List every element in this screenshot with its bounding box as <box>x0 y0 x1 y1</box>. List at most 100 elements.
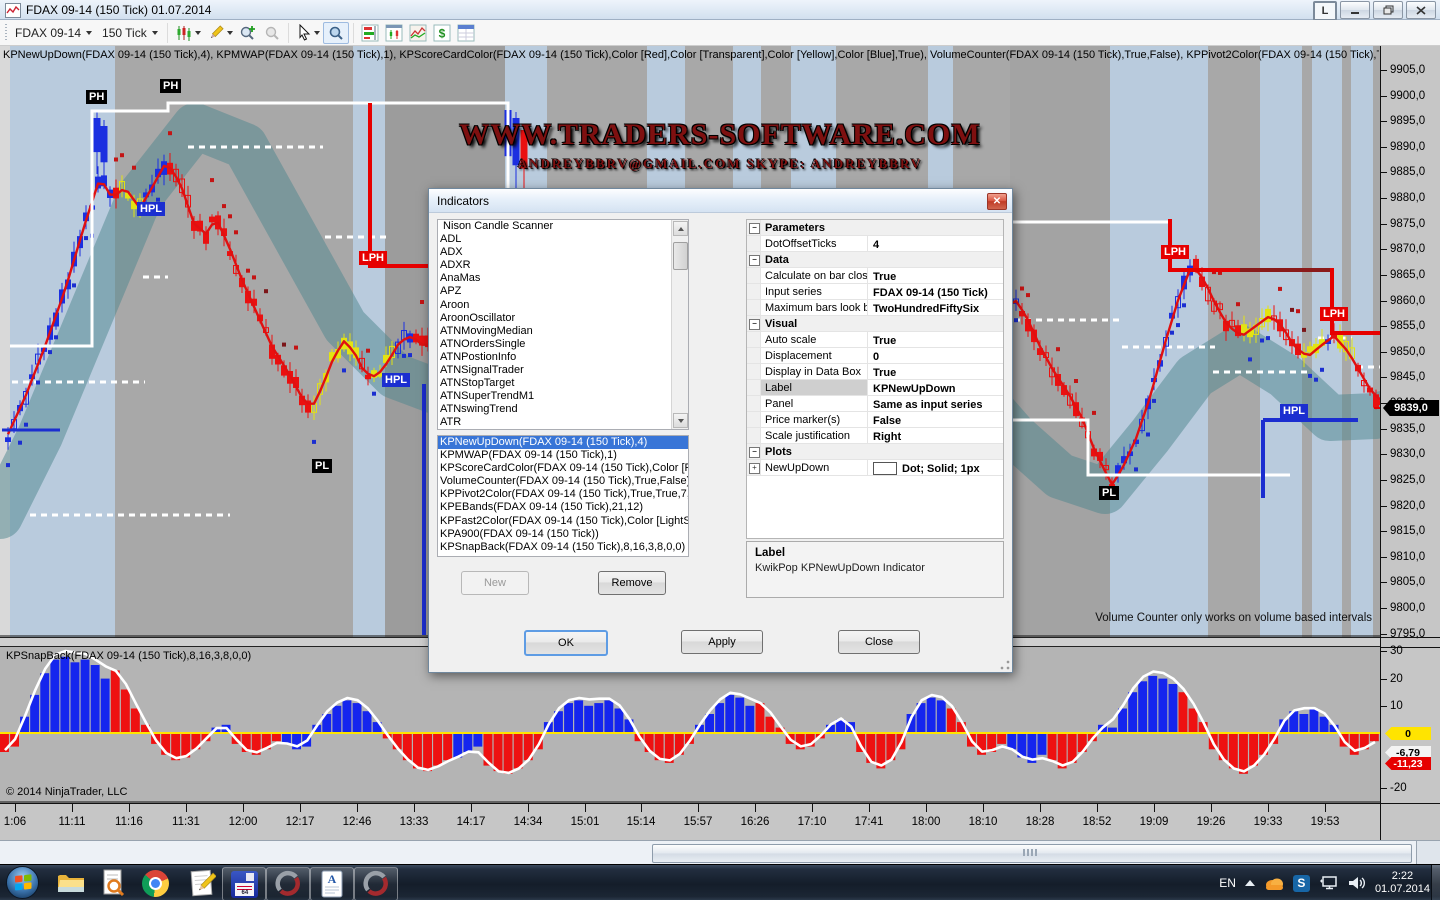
property-value[interactable]: 4 <box>868 236 1003 251</box>
indicator-list-item[interactable]: APZ <box>438 285 688 298</box>
list-scrollbar[interactable] <box>671 220 688 429</box>
skype-tray-icon[interactable]: S <box>1293 875 1310 892</box>
property-value[interactable]: True <box>868 268 1003 283</box>
selected-indicators-list[interactable]: KPNewUpDown(FDAX 09-14 (150 Tick),4)KPMW… <box>437 435 689 557</box>
property-value[interactable]: True <box>868 332 1003 347</box>
property-row[interactable]: Scale justificationRight <box>747 428 1003 444</box>
taskbar-explorer-icon[interactable] <box>50 867 92 899</box>
minimize-button[interactable] <box>1340 1 1370 19</box>
cloud-tray-icon[interactable] <box>1264 875 1284 891</box>
property-value[interactable]: 0 <box>868 348 1003 363</box>
instrument-dropdown[interactable]: FDAX 09-14 <box>10 24 97 42</box>
time-axis[interactable]: 1:0611:1111:1611:3112:0012:1712:4613:331… <box>0 803 1380 840</box>
selected-indicator-item[interactable]: VolumeCounter(FDAX 09-14 (150 Tick),True… <box>438 475 688 488</box>
property-row[interactable]: +NewUpDownDot; Solid; 1px <box>747 460 1003 476</box>
selected-indicator-item[interactable]: KPSnapBack(FDAX 09-14 (150 Tick),8,16,3,… <box>438 541 688 554</box>
selected-indicator-item[interactable]: KPScoreCardColor(FDAX 09-14 (150 Tick),C… <box>438 462 688 475</box>
indicator-list-item[interactable]: AroonOscillator <box>438 312 688 325</box>
show-desktop-button[interactable] <box>1431 865 1440 900</box>
property-row[interactable]: Displacement0 <box>747 348 1003 364</box>
indicator-list-item[interactable]: ADL <box>438 233 688 246</box>
indicator-list-item[interactable]: ATNSuperTrendM1 <box>438 390 688 403</box>
taskbar-app-ninjatrader-1[interactable] <box>266 867 310 900</box>
collapse-icon[interactable]: − <box>749 319 760 330</box>
available-indicators-list[interactable]: Nison Candle ScannerADLADXADXRAnaMasAPZA… <box>437 219 689 430</box>
taskbar-viewer-icon[interactable] <box>92 867 134 899</box>
close-dialog-button[interactable]: Close <box>838 630 920 654</box>
indicator-list-item[interactable]: Aroon <box>438 299 688 312</box>
taskbar-app-floppy[interactable]: 64 <box>222 867 266 900</box>
property-value[interactable]: FDAX 09-14 (150 Tick) <box>868 284 1003 299</box>
drawing-tools-button[interactable] <box>204 23 236 43</box>
new-button[interactable]: New <box>461 571 529 595</box>
property-value[interactable]: Dot; Solid; 1px <box>868 460 1003 475</box>
resize-grip[interactable] <box>1000 660 1010 670</box>
scroll-thumb[interactable] <box>673 242 688 270</box>
taskbar-clock[interactable]: 2:22 01.07.2014 <box>1375 870 1430 896</box>
indicator-list-item[interactable]: ADXR <box>438 259 688 272</box>
network-tray-icon[interactable] <box>1319 875 1339 891</box>
market-analyzer-button[interactable] <box>358 23 382 43</box>
property-value[interactable]: Same as input series <box>868 396 1003 411</box>
indicator-list-item[interactable]: ATR <box>438 416 688 429</box>
property-row[interactable]: Price marker(s)False <box>747 412 1003 428</box>
indicator-list-item[interactable]: ATNPostionInfo <box>438 351 688 364</box>
expand-icon[interactable]: + <box>749 463 760 474</box>
taskbar-app-ninjatrader-2[interactable] <box>354 867 398 900</box>
property-section[interactable]: −Data <box>747 252 1003 268</box>
price-axis[interactable]: 9905,09900,09895,09890,09885,09880,09875… <box>1380 46 1440 840</box>
property-value[interactable]: KPNewUpDown <box>868 380 1003 395</box>
indicator-list-item[interactable]: ATNStopTarget <box>438 377 688 390</box>
property-value[interactable]: Right <box>868 428 1003 443</box>
indicator-list-item[interactable]: ATNOrdersSingle <box>438 338 688 351</box>
indicator-list-item[interactable]: ADX <box>438 246 688 259</box>
remove-button[interactable]: Remove <box>598 571 666 595</box>
taskbar-notepad-icon[interactable] <box>181 867 223 899</box>
selected-indicator-item[interactable]: KPEBands(FDAX 09-14 (150 Tick),21,12) <box>438 501 688 514</box>
property-value[interactable]: TwoHundredFiftySix <box>868 300 1003 315</box>
chart-trader-button[interactable] <box>406 23 430 43</box>
collapse-icon[interactable]: − <box>749 255 760 266</box>
property-row[interactable]: Auto scaleTrue <box>747 332 1003 348</box>
indicator-list-item[interactable]: AnaMas <box>438 272 688 285</box>
chart-style-button[interactable] <box>172 23 204 43</box>
property-row[interactable]: Calculate on bar closeTrue <box>747 268 1003 284</box>
selected-indicator-item[interactable]: KPPivot2Color(FDAX 09-14 (150 Tick),True… <box>438 488 688 501</box>
property-row[interactable]: Display in Data BoxTrue <box>747 364 1003 380</box>
collapse-icon[interactable]: − <box>749 447 760 458</box>
indicator-list-item[interactable]: Nison Candle Scanner <box>438 220 688 233</box>
language-indicator[interactable]: EN <box>1219 876 1236 890</box>
property-row[interactable]: DotOffsetTicks4 <box>747 236 1003 252</box>
data-box-button[interactable] <box>323 22 349 44</box>
interval-dropdown[interactable]: 150 Tick <box>97 24 163 42</box>
account-button[interactable]: $ <box>430 23 454 43</box>
indicator-list-item[interactable]: ATNMovingMedian <box>438 325 688 338</box>
show-hidden-icons[interactable] <box>1245 880 1255 886</box>
property-value[interactable]: False <box>868 412 1003 427</box>
indicator-list-item[interactable]: ATNSignalTrader <box>438 364 688 377</box>
scrollbar-thumb[interactable] <box>652 844 1412 863</box>
property-row[interactable]: LabelKPNewUpDown <box>747 380 1003 396</box>
properties-button[interactable] <box>454 23 478 43</box>
toolbar-grip[interactable] <box>5 24 7 42</box>
dialog-close-button[interactable]: ✕ <box>987 193 1007 210</box>
dialog-titlebar[interactable]: Indicators ✕ <box>429 189 1012 213</box>
plot-color-swatch[interactable] <box>873 462 897 475</box>
cursor-tool-button[interactable] <box>293 23 323 43</box>
property-row[interactable]: Input seriesFDAX 09-14 (150 Tick) <box>747 284 1003 300</box>
property-value[interactable]: True <box>868 364 1003 379</box>
link-button[interactable]: L <box>1313 1 1337 21</box>
apply-button[interactable]: Apply <box>681 630 763 654</box>
indicator-list-item[interactable]: ATNswingTrend <box>438 403 688 416</box>
property-row[interactable]: PanelSame as input series <box>747 396 1003 412</box>
selected-indicator-item[interactable]: KPMWAP(FDAX 09-14 (150 Tick),1) <box>438 449 688 462</box>
volume-tray-icon[interactable] <box>1348 875 1366 891</box>
selected-indicator-item[interactable]: KPA900(FDAX 09-14 (150 Tick)) <box>438 528 688 541</box>
zoom-out-button[interactable] <box>260 23 284 43</box>
collapse-icon[interactable]: − <box>749 223 760 234</box>
new-chart-button[interactable] <box>382 23 406 43</box>
ok-button[interactable]: OK <box>524 630 608 656</box>
scroll-down-button[interactable] <box>673 413 688 428</box>
selected-indicator-item[interactable]: KPFast2Color(FDAX 09-14 (150 Tick),Color… <box>438 515 688 528</box>
restore-button[interactable] <box>1373 1 1403 19</box>
